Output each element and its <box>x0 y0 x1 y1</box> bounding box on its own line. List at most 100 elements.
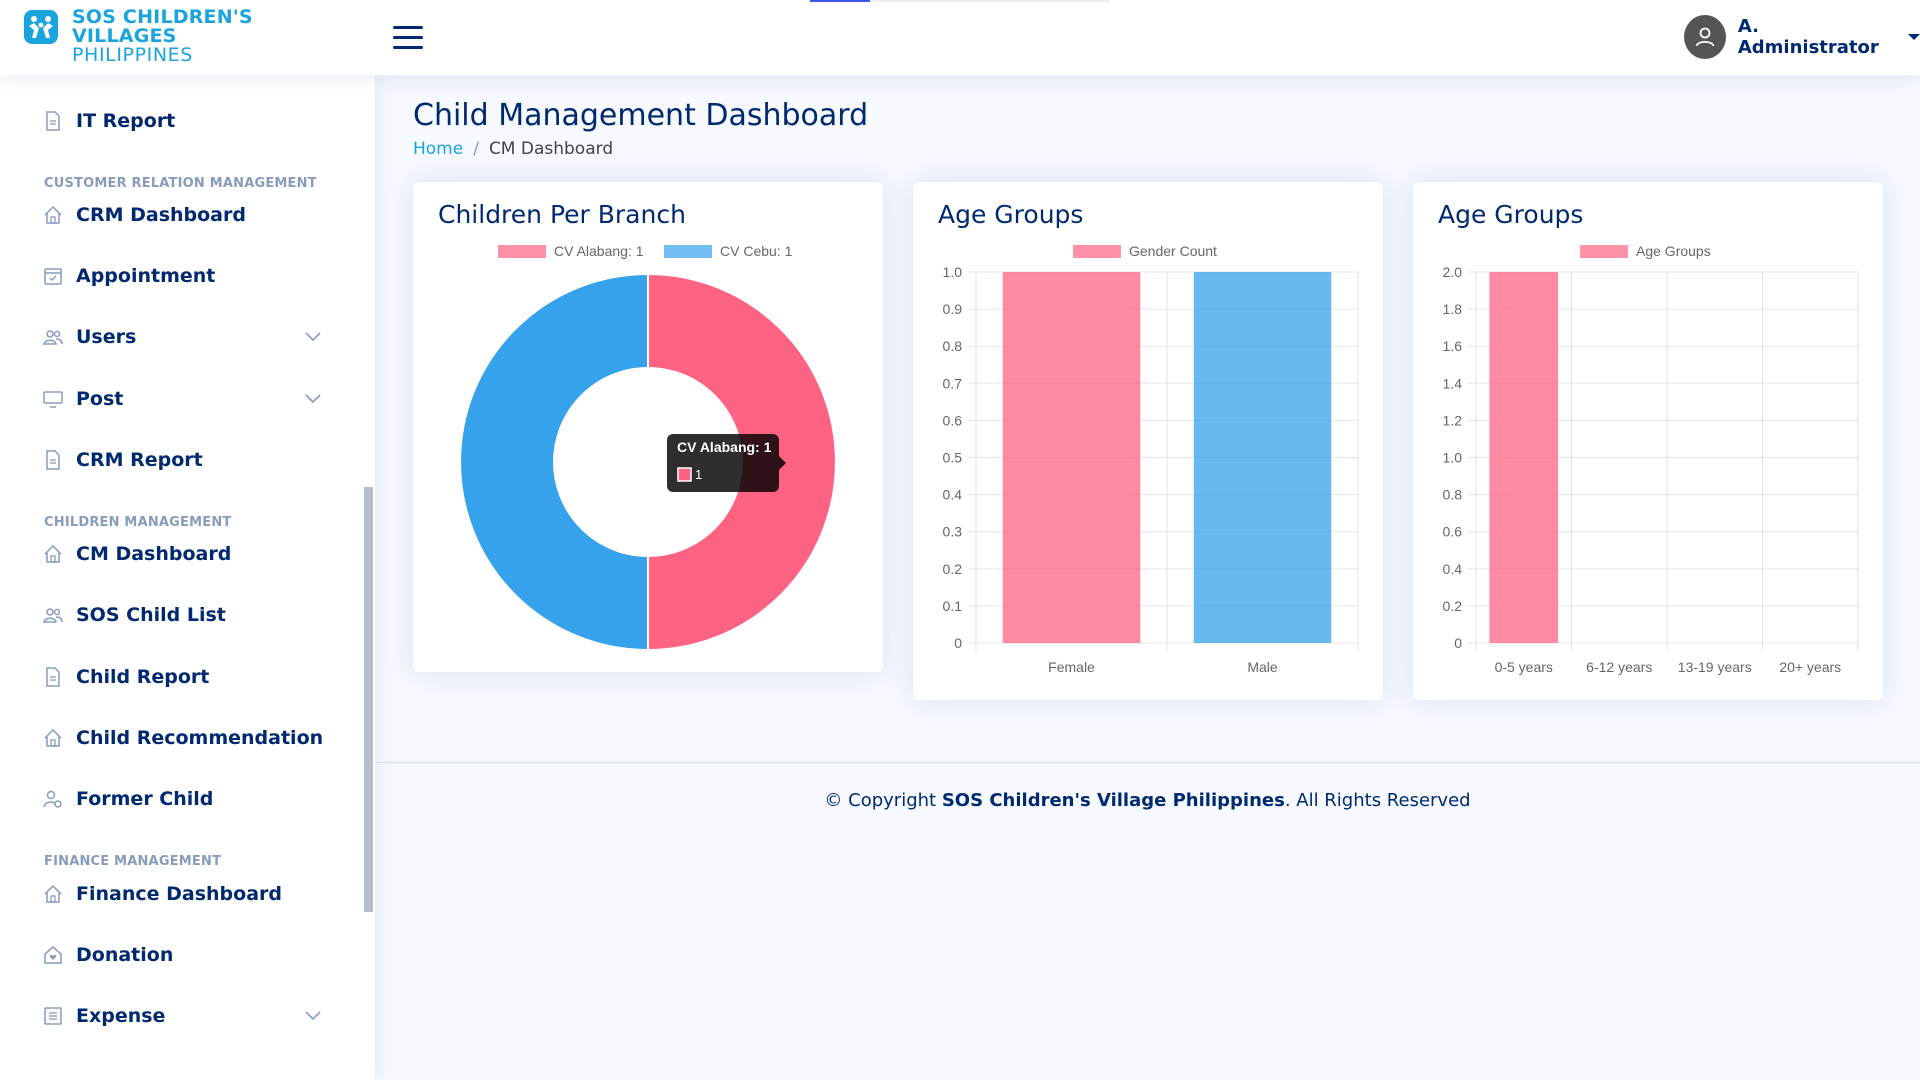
sidebar-item-appointment[interactable]: Appointment <box>42 256 322 296</box>
sidebar-item-label: SOS Child List <box>76 604 226 626</box>
file-icon <box>42 110 64 132</box>
legend-age-groups-swatch <box>1580 245 1628 258</box>
footer-copyright: © Copyright <box>824 790 937 811</box>
doughnut-slice-cv-cebu[interactable] <box>459 272 649 652</box>
sidebar-item-child-report[interactable]: Child Report <box>42 657 322 697</box>
y-tick-label: 1.0 <box>943 264 963 280</box>
breadcrumb: Home / CM Dashboard <box>413 139 613 159</box>
legend-cv-cebu-swatch <box>664 245 712 258</box>
sidebar-item-finance-dashboard[interactable]: Finance Dashboard <box>42 874 322 914</box>
house-icon <box>42 883 64 905</box>
gift-house-icon <box>42 944 64 966</box>
chevron-down-icon[interactable] <box>304 389 322 411</box>
chevron-down-icon[interactable] <box>304 1006 322 1028</box>
legend-gender-count[interactable]: Gender Count <box>1129 243 1217 259</box>
user-name: A. Administrator <box>1737 16 1879 58</box>
page-load-progress <box>810 0 1110 2</box>
y-tick-label: 1.2 <box>1443 412 1463 428</box>
y-tick-label: 0 <box>1454 635 1462 651</box>
sidebar-item-label: Child Report <box>76 666 210 688</box>
gender-count-card: Age Groups Gender Count 1.0 0.9 0.8 0.7 0.6 0.… <box>913 182 1383 700</box>
children-per-branch-chart[interactable]: CV Alabang: 1 CV Cebu: 1 CV Alabang: 1 1 <box>413 182 883 672</box>
people-icon <box>42 604 64 626</box>
legend-cv-cebu[interactable]: CV Cebu: 1 <box>720 243 793 259</box>
x-tick-label: 6-12 years <box>1586 659 1652 675</box>
age-groups-chart[interactable]: Age Groups 2.0 1.8 1.6 1.4 1.2 1.0 0.8 0.6 0.4 0.2… <box>1413 182 1883 700</box>
sidebar-item-expense[interactable]: Expense <box>42 996 322 1036</box>
y-tick-label: 1.0 <box>1443 450 1463 466</box>
y-tick-label: 0.8 <box>943 338 963 354</box>
sidebar-item-label: CRM Dashboard <box>76 204 246 226</box>
sidebar-item-label: Users <box>76 326 137 348</box>
breadcrumb-separator: / <box>473 139 479 159</box>
y-tick-label: 2.0 <box>1443 264 1463 280</box>
x-tick-label: Female <box>1048 659 1095 675</box>
y-tick-label: 0.3 <box>943 524 963 540</box>
sidebar-item-label: CM Dashboard <box>76 543 232 565</box>
sidebar-item-label: Finance Dashboard <box>76 883 283 905</box>
person-icon <box>1695 27 1715 47</box>
y-tick-label: 1.6 <box>1443 338 1463 354</box>
breadcrumb-current: CM Dashboard <box>488 139 614 159</box>
footer: © Copyright SOS Children's Village Phili… <box>375 790 1920 811</box>
monitor-icon <box>42 388 64 410</box>
footer-suffix: . All Rights Reserved <box>1284 790 1471 811</box>
bar-female[interactable] <box>1002 272 1141 643</box>
y-tick-label: 1.4 <box>1443 375 1463 391</box>
sidebar-item-former-child[interactable]: Former Child <box>42 779 322 819</box>
file-icon <box>42 666 64 688</box>
sidebar-item-cm-dashboard[interactable]: CM Dashboard <box>42 534 322 574</box>
breadcrumb-home-link[interactable]: Home <box>413 139 463 159</box>
y-tick-label: 0.6 <box>1443 524 1463 540</box>
top-header: SOS CHILDREN'S VILLAGES PHILIPPINES A. A… <box>0 0 1920 75</box>
x-tick-label: 20+ years <box>1779 659 1841 675</box>
sidebar-item-child-recommendation[interactable]: Child Recommendation <box>42 718 324 758</box>
legend-cv-alabang[interactable]: CV Alabang: 1 <box>554 243 644 259</box>
gender-count-chart[interactable]: Gender Count 1.0 0.9 0.8 0.7 0.6 0.5 0.4 0.3 0.2 0… <box>913 182 1383 700</box>
chart-tooltip: CV Alabang: 1 1 <box>667 434 786 492</box>
sidebar-item-sos-child-list[interactable]: SOS Child List <box>42 595 322 635</box>
brand-line3: PHILIPPINES <box>72 44 193 66</box>
sidebar-item-label: Former Child <box>76 788 214 810</box>
sidebar-item-label: CRM Report <box>76 449 203 471</box>
y-tick-label: 0 <box>954 635 962 651</box>
x-tick-label: 0-5 years <box>1495 659 1553 675</box>
sidebar-item-post[interactable]: Post <box>42 379 322 419</box>
legend-age-groups[interactable]: Age Groups <box>1636 243 1711 259</box>
children-per-branch-card: Children Per Branch CV Alabang: 1 CV Cebu… <box>413 182 883 672</box>
sidebar-item-crm-dashboard[interactable]: CRM Dashboard <box>42 195 322 235</box>
y-tick-label: 0.1 <box>943 598 963 614</box>
sidebar-item-label: Child Recommendation <box>76 727 324 749</box>
y-tick-label: 0.7 <box>943 375 963 391</box>
sidebar-item-crm-report[interactable]: CRM Report <box>42 440 322 480</box>
sidebar-scrollbar[interactable] <box>364 487 373 912</box>
sidebar-heading-crm: CUSTOMER RELATION MANAGEMENT <box>44 176 317 191</box>
legend-cv-alabang-swatch <box>498 245 546 258</box>
tooltip-swatch <box>677 467 692 482</box>
y-tick-label: 0.2 <box>1443 598 1463 614</box>
y-tick-label: 0.4 <box>943 487 963 503</box>
sidebar-item-label: Expense <box>76 1005 166 1027</box>
file-icon <box>42 449 64 471</box>
user-profile-dropdown[interactable]: A. Administrator <box>1684 15 1920 59</box>
y-tick-label: 0.9 <box>943 301 963 317</box>
bar-male[interactable] <box>1193 272 1332 643</box>
list-icon <box>42 1005 64 1027</box>
sidebar-item-users[interactable]: Users <box>42 317 322 357</box>
sidebar-item-it-report[interactable]: IT Report <box>42 101 322 141</box>
sidebar-toggle-icon[interactable] <box>393 26 423 50</box>
legend-gender-count-swatch <box>1073 245 1121 258</box>
y-tick-label: 0.4 <box>1443 561 1463 577</box>
chevron-down-icon[interactable] <box>304 327 322 349</box>
sidebar-item-label: Appointment <box>76 265 216 287</box>
y-tick-label: 0.5 <box>943 450 963 466</box>
footer-org: SOS Children's Village Philippines <box>941 790 1285 811</box>
person-gear-icon <box>42 788 64 810</box>
y-tick-label: 0.2 <box>943 561 963 577</box>
brand-logo[interactable]: SOS CHILDREN'S VILLAGES PHILIPPINES <box>24 8 253 65</box>
avatar <box>1684 15 1726 59</box>
sidebar-item-donation[interactable]: Donation <box>42 935 322 975</box>
page-title: Child Management Dashboard <box>413 98 869 133</box>
house-icon <box>42 727 64 749</box>
bar-0-5-years[interactable] <box>1489 272 1559 643</box>
